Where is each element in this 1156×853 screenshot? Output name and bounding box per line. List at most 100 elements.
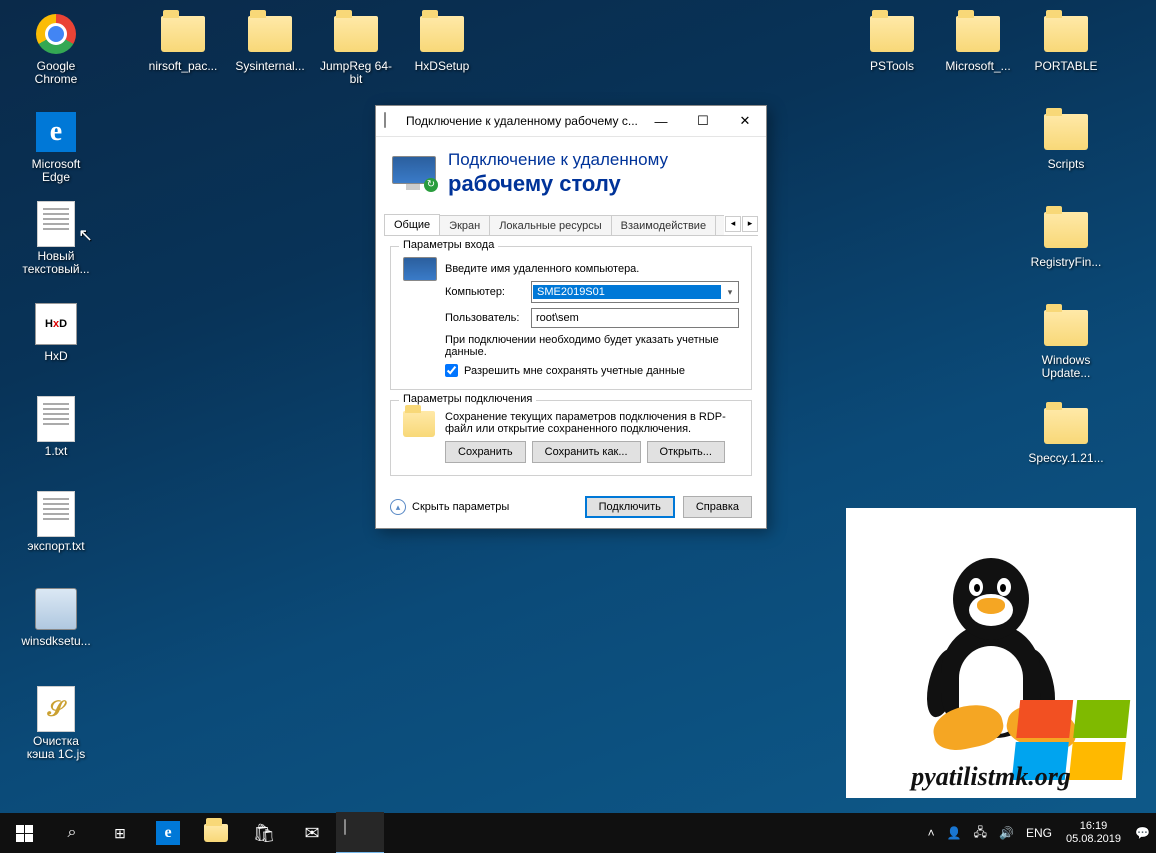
- icon-label: HxDSetup: [404, 60, 480, 73]
- desktop[interactable]: Google ChromeeMicrosoft EdgeНовый тексто…: [0, 0, 1156, 853]
- folder-icon: [954, 10, 1002, 58]
- icon-label: nirsoft_pac...: [145, 60, 221, 73]
- desktop-icon-1txt[interactable]: 1.txt: [18, 395, 94, 458]
- tray-language[interactable]: ENG: [1020, 813, 1058, 853]
- tab-1[interactable]: Экран: [439, 215, 490, 235]
- window-title: Подключение к удаленному рабочему с...: [406, 114, 640, 128]
- taskbar-explorer[interactable]: [192, 813, 240, 853]
- desktop-icon-mssome[interactable]: Microsoft_...: [940, 10, 1016, 73]
- connect-button[interactable]: Подключить: [585, 496, 675, 518]
- desktop-icon-jumpreg[interactable]: JumpReg 64-bit: [318, 10, 394, 86]
- tab-4[interactable]: Дополни: [715, 215, 724, 235]
- rdp-header-line2: рабочему столу: [448, 171, 668, 197]
- save-creds-input[interactable]: [445, 364, 458, 377]
- label-computer: Компьютер:: [445, 286, 525, 298]
- rdp-window: Подключение к удаленному рабочему с... —…: [375, 105, 767, 529]
- taskbar-store[interactable]: 🛍: [240, 813, 288, 853]
- icon-label: Microsoft Edge: [18, 158, 94, 184]
- tab-scroll-right[interactable]: ▸: [742, 216, 758, 232]
- folder-icon: [332, 10, 380, 58]
- task-view-button[interactable]: ⊞: [96, 813, 144, 853]
- rdp-titlebar-icon: [384, 113, 400, 129]
- folder-icon: [403, 411, 435, 437]
- group-connection: Параметры подключения Сохранение текущих…: [390, 400, 752, 476]
- desktop-icon-edge[interactable]: eMicrosoft Edge: [18, 108, 94, 184]
- desktop-icon-hxdsetup[interactable]: HxDSetup: [404, 10, 480, 73]
- tab-bar: ОбщиеЭкранЛокальные ресурсыВзаимодействи…: [384, 213, 758, 236]
- desktop-icon-hxd[interactable]: HxDHxD: [18, 300, 94, 363]
- icon-label: Windows Update...: [1028, 354, 1104, 380]
- desktop-icon-chrome[interactable]: Google Chrome: [18, 10, 94, 86]
- help-button[interactable]: Справка: [683, 496, 752, 518]
- rdp-header: ↻ Подключение к удаленному рабочему стол…: [376, 137, 766, 213]
- system-tray: ˄ 👤 🖧 🔊 ENG 16:19 05.08.2019 💬: [922, 813, 1156, 853]
- desktop-icon-nirsoft[interactable]: nirsoft_pac...: [145, 10, 221, 73]
- tray-volume-icon[interactable]: 🔊: [993, 813, 1020, 853]
- desktop-icon-winupd[interactable]: Windows Update...: [1028, 304, 1104, 380]
- icon-label: JumpReg 64-bit: [318, 60, 394, 86]
- save-button[interactable]: Сохранить: [445, 441, 526, 463]
- desktop-icon-clear1c[interactable]: 𝒮Очистка кэша 1C.js: [18, 685, 94, 761]
- desktop-icon-newtxt[interactable]: Новый текстовый...: [18, 200, 94, 276]
- folder-icon: [1042, 304, 1090, 352]
- icon-label: Speccy.1.21...: [1028, 452, 1104, 465]
- collapse-icon: ▴: [390, 499, 406, 515]
- icon-label: экспорт.txt: [18, 540, 94, 553]
- icon-label: Google Chrome: [18, 60, 94, 86]
- folder-icon: [1042, 108, 1090, 156]
- user-field[interactable]: [531, 308, 739, 328]
- folder-icon: [159, 10, 207, 58]
- desktop-icon-regfin[interactable]: RegistryFin...: [1028, 206, 1104, 269]
- titlebar[interactable]: Подключение к удаленному рабочему с... —…: [376, 106, 766, 137]
- chrome-icon: [32, 10, 80, 58]
- hxd-icon: HxD: [32, 300, 80, 348]
- edge-icon: e: [32, 108, 80, 156]
- open-button[interactable]: Открыть...: [647, 441, 725, 463]
- tray-network-icon[interactable]: 🖧: [968, 813, 993, 853]
- conn-note: Сохранение текущих параметров подключени…: [445, 411, 739, 435]
- computer-icon: [403, 257, 435, 281]
- taskbar-edge[interactable]: e: [144, 813, 192, 853]
- rdp-logo-icon: ↻: [392, 156, 434, 190]
- folder-icon: [868, 10, 916, 58]
- tray-notifications-icon[interactable]: 💬: [1129, 813, 1156, 853]
- desktop-icon-portable[interactable]: PORTABLE: [1028, 10, 1104, 73]
- tray-clock[interactable]: 16:19 05.08.2019: [1058, 820, 1129, 846]
- start-button[interactable]: [0, 813, 48, 853]
- desktop-icon-exporttxt[interactable]: экспорт.txt: [18, 490, 94, 553]
- maximize-button[interactable]: ☐: [682, 106, 724, 136]
- chevron-down-icon[interactable]: ▾: [722, 287, 738, 298]
- minimize-button[interactable]: —: [640, 106, 682, 136]
- tray-overflow[interactable]: ˄: [922, 813, 941, 853]
- icon-label: Scripts: [1028, 158, 1104, 171]
- close-button[interactable]: ✕: [724, 106, 766, 136]
- desktop-icon-scripts[interactable]: Scripts: [1028, 108, 1104, 171]
- desktop-icon-sysint[interactable]: Sysinternal...: [232, 10, 308, 73]
- tray-time: 16:19: [1066, 820, 1121, 833]
- tab-0[interactable]: Общие: [384, 214, 440, 235]
- watermark-image: pyatilistmk.org: [846, 508, 1136, 798]
- txt-icon: [32, 200, 80, 248]
- folder-icon: [418, 10, 466, 58]
- desktop-icon-pstools[interactable]: PSTools: [854, 10, 930, 73]
- desktop-icon-winsdk[interactable]: winsdksetu...: [18, 585, 94, 648]
- save-creds-checkbox[interactable]: Разрешить мне сохранять учетные данные: [445, 364, 739, 377]
- tray-people-icon[interactable]: 👤: [941, 813, 968, 853]
- rdp-header-line1: Подключение к удаленному: [448, 149, 668, 171]
- label-user: Пользователь:: [445, 312, 525, 324]
- taskbar-rdp-active[interactable]: [336, 812, 384, 853]
- tab-scroll-left[interactable]: ◂: [725, 216, 741, 232]
- tray-date: 05.08.2019: [1066, 833, 1121, 846]
- taskbar-mail[interactable]: ✉: [288, 813, 336, 853]
- icon-label: PORTABLE: [1028, 60, 1104, 73]
- tab-2[interactable]: Локальные ресурсы: [489, 215, 611, 235]
- computer-combo[interactable]: SME2019S01 ▾: [531, 281, 739, 303]
- tab-3[interactable]: Взаимодействие: [611, 215, 716, 235]
- folder-icon: [1042, 206, 1090, 254]
- desktop-icon-speccy[interactable]: Speccy.1.21...: [1028, 402, 1104, 465]
- hide-params-link[interactable]: ▴ Скрыть параметры: [390, 499, 509, 515]
- search-button[interactable]: ⌕: [48, 813, 96, 853]
- txt-icon: [32, 490, 80, 538]
- save-as-button[interactable]: Сохранить как...: [532, 441, 641, 463]
- icon-label: 1.txt: [18, 445, 94, 458]
